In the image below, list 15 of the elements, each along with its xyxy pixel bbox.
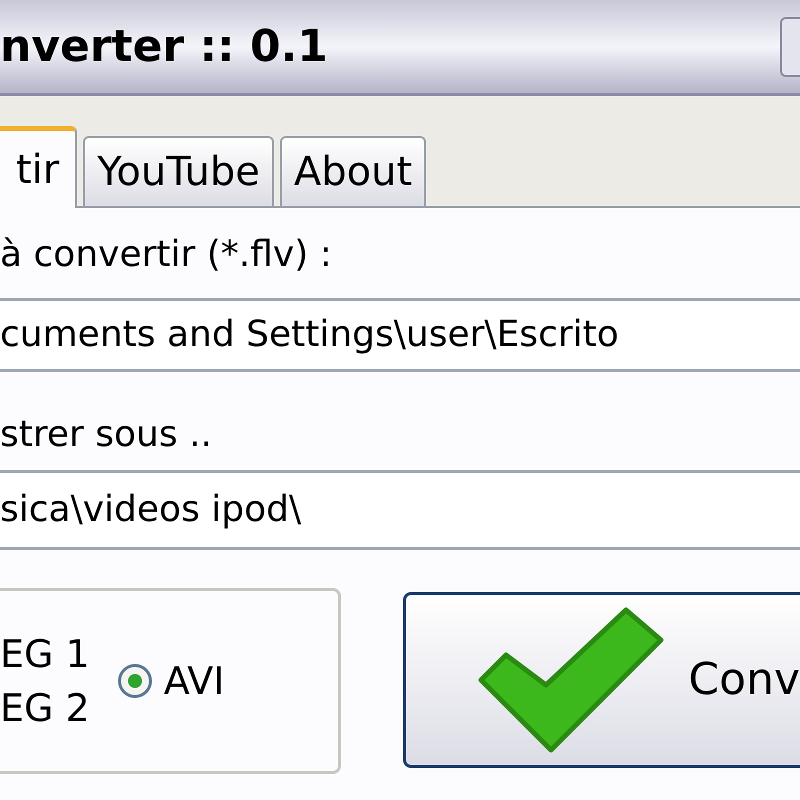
window-control-button[interactable] [780,16,800,76]
destination-label: strer sous .. [0,413,213,457]
window-title: nverter :: 0.1 [0,20,328,74]
convert-button[interactable]: Conv [403,592,800,768]
tab[interactable]: About [280,136,426,206]
radio-label: EG 2 [0,689,90,727]
source-label: à convertir (*.flv) : [0,233,333,277]
destination-path-field[interactable]: sica\videos ipod\ [0,470,800,550]
radio-label: EG 1 [0,635,90,673]
tab[interactable]: tir [0,126,78,208]
check-mark-icon [476,605,666,755]
tab[interactable]: YouTube [83,136,274,206]
radio-button[interactable] [118,664,152,698]
source-path-field[interactable]: cuments and Settings\user\Escrito [0,298,800,372]
radio-label: AVI [164,662,224,700]
